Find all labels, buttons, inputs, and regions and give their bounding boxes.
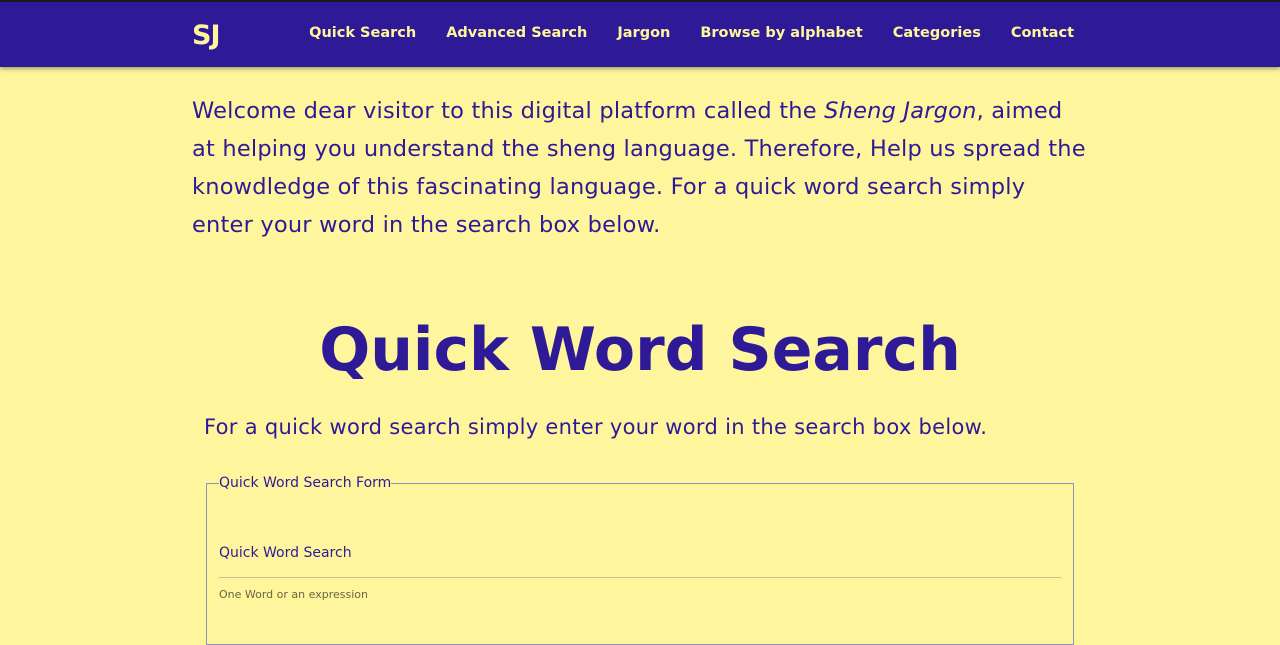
site-logo[interactable]: SJ xyxy=(192,20,220,51)
nav-link-jargon[interactable]: Jargon xyxy=(617,25,670,41)
top-navbar: SJ Quick Search Advanced Search Jargon B… xyxy=(0,0,1280,67)
search-field-label: Quick Word Search xyxy=(219,545,352,561)
nav-links: Quick Search Advanced Search Jargon Brow… xyxy=(309,25,1074,41)
intro-text-start: Welcome dear visitor to this digital pla… xyxy=(192,98,825,124)
search-helper-text: One Word or an expression xyxy=(219,588,368,601)
intro-site-name: Sheng Jargon xyxy=(824,98,977,124)
search-input[interactable] xyxy=(219,575,1061,578)
nav-link-categories[interactable]: Categories xyxy=(893,25,981,41)
form-legend: Quick Word Search Form xyxy=(219,475,392,491)
nav-link-contact[interactable]: Contact xyxy=(1011,25,1074,41)
intro-paragraph: Welcome dear visitor to this digital pla… xyxy=(192,92,1092,244)
quick-search-form: Quick Word Search Form Quick Word Search… xyxy=(206,475,1074,645)
nav-link-quick-search[interactable]: Quick Search xyxy=(309,25,416,41)
nav-link-advanced-search[interactable]: Advanced Search xyxy=(446,25,587,41)
page-subtitle: For a quick word search simply enter you… xyxy=(204,415,988,439)
nav-link-browse-by-alphabet[interactable]: Browse by alphabet xyxy=(700,25,862,41)
page-title: Quick Word Search xyxy=(319,315,961,385)
